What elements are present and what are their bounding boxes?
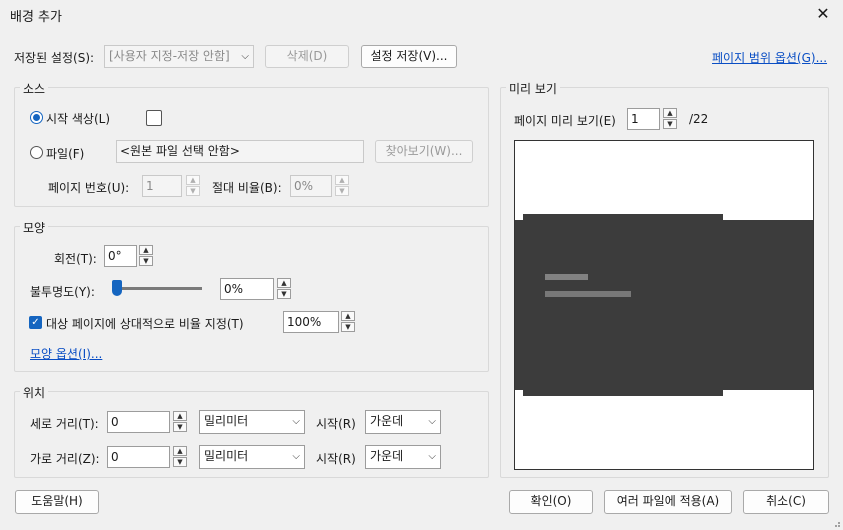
preview-group-title: 미리 보기 <box>506 80 560 97</box>
preview-page-total: /22 <box>689 112 709 126</box>
vertical-distance-spinner[interactable]: ▲ ▼ <box>173 411 187 433</box>
spin-up-icon[interactable]: ▲ <box>173 446 187 456</box>
color-swatch[interactable] <box>146 110 162 126</box>
preview-canvas <box>514 140 814 470</box>
preview-page-label: 페이지 미리 보기(E) <box>514 114 616 128</box>
opacity-slider-track[interactable] <box>116 287 202 290</box>
title-bar: 배경 추가 ✕ <box>0 0 843 30</box>
color-radio[interactable] <box>30 111 43 124</box>
spin-down-icon[interactable]: ▼ <box>277 289 291 299</box>
preview-shape-bottom-edge <box>523 386 723 396</box>
scale-spinner[interactable]: ▲ ▼ <box>341 311 355 333</box>
page-range-options-link[interactable]: 페이지 범위 옵션(G)... <box>712 49 827 66</box>
browse-button[interactable]: 찾아보기(W)... <box>375 140 473 163</box>
window-title: 배경 추가 <box>10 10 62 25</box>
absolute-scale-label: 절대 비율(B): <box>212 181 282 195</box>
spin-down-icon[interactable]: ▼ <box>335 186 349 196</box>
chevron-down-icon: ⌵ <box>292 451 300 462</box>
horizontal-distance-label: 가로 거리(Z): <box>30 452 100 466</box>
spin-up-icon[interactable]: ▲ <box>173 411 187 421</box>
horizontal-distance-spinner[interactable]: ▲ ▼ <box>173 446 187 468</box>
vertical-unit-dropdown[interactable]: 밀리미터 ⌵ <box>199 410 305 434</box>
close-icon[interactable]: ✕ <box>811 2 835 26</box>
vertical-distance-field[interactable]: 0 <box>107 411 170 433</box>
preview-page-field[interactable]: 1 <box>627 108 660 130</box>
opacity-spinner[interactable]: ▲ ▼ <box>277 278 291 300</box>
page-number-label: 페이지 번호(U): <box>48 181 130 195</box>
saved-settings-dropdown[interactable]: [사용자 지정-저장 안함] ⌵ <box>104 45 254 68</box>
file-radio[interactable] <box>30 146 43 159</box>
position-group-title: 위치 <box>20 384 49 401</box>
spin-down-icon[interactable]: ▼ <box>173 422 187 432</box>
chevron-down-icon: ⌵ <box>428 451 436 462</box>
file-radio-label: 파일(F) <box>46 147 85 161</box>
vertical-from-dropdown[interactable]: 가운데 ⌵ <box>365 410 441 434</box>
horizontal-from-value: 가운데 <box>370 449 404 463</box>
ok-button[interactable]: 확인(O) <box>509 490 593 514</box>
rotation-spinner[interactable]: ▲ ▼ <box>139 245 153 267</box>
resize-grip-icon[interactable] <box>831 518 841 528</box>
horizontal-distance-field[interactable]: 0 <box>107 446 170 468</box>
spin-down-icon[interactable]: ▼ <box>186 186 200 196</box>
spin-up-icon[interactable]: ▲ <box>139 245 153 255</box>
cancel-button[interactable]: 취소(C) <box>743 490 829 514</box>
rotation-field[interactable]: 0° <box>104 245 137 267</box>
help-button[interactable]: 도움말(H) <box>15 490 99 514</box>
chevron-down-icon: ⌵ <box>292 416 300 427</box>
vertical-from-value: 가운데 <box>370 414 404 428</box>
chevron-down-icon: ⌵ <box>428 416 436 427</box>
scale-checkbox[interactable]: ✓ <box>29 316 42 329</box>
preview-blurred-line-1 <box>545 274 588 280</box>
file-path-field[interactable]: <원본 파일 선택 안함> <box>116 140 364 163</box>
page-number-spinner[interactable]: ▲ ▼ <box>186 175 200 197</box>
saved-settings-value: [사용자 지정-저장 안함] <box>109 49 230 63</box>
delete-button[interactable]: 삭제(D) <box>265 45 349 68</box>
rotation-label: 회전(T): <box>54 252 97 266</box>
horizontal-from-dropdown[interactable]: 가운데 ⌵ <box>365 445 441 469</box>
appearance-options-link[interactable]: 모양 옵션(I)... <box>30 345 102 362</box>
scale-field[interactable]: 100% <box>283 311 339 333</box>
spin-down-icon[interactable]: ▼ <box>663 119 677 129</box>
spin-down-icon[interactable]: ▼ <box>341 322 355 332</box>
preview-dark-band <box>515 220 813 390</box>
source-group-title: 소스 <box>20 80 49 97</box>
horizontal-from-label: 시작(R) <box>316 452 356 466</box>
appearance-group-title: 모양 <box>20 219 49 236</box>
preview-page-spinner[interactable]: ▲ ▼ <box>663 108 677 130</box>
vertical-unit-value: 밀리미터 <box>204 414 249 428</box>
spin-up-icon[interactable]: ▲ <box>186 175 200 185</box>
horizontal-unit-value: 밀리미터 <box>204 449 249 463</box>
absolute-scale-field[interactable]: 0% <box>290 175 332 197</box>
opacity-field[interactable]: 0% <box>220 278 274 300</box>
opacity-slider-thumb[interactable] <box>112 280 122 296</box>
absolute-scale-spinner[interactable]: ▲ ▼ <box>335 175 349 197</box>
horizontal-unit-dropdown[interactable]: 밀리미터 ⌵ <box>199 445 305 469</box>
chevron-down-icon: ⌵ <box>241 51 249 62</box>
opacity-label: 불투명도(Y): <box>30 285 95 299</box>
spin-up-icon[interactable]: ▲ <box>335 175 349 185</box>
saved-settings-label: 저장된 설정(S): <box>14 51 95 65</box>
vertical-distance-label: 세로 거리(T): <box>30 417 99 431</box>
spin-down-icon[interactable]: ▼ <box>139 256 153 266</box>
page-number-field[interactable]: 1 <box>142 175 182 197</box>
scale-checkbox-label: 대상 페이지에 상대적으로 비율 지정(T) <box>46 317 244 331</box>
spin-up-icon[interactable]: ▲ <box>341 311 355 321</box>
spin-down-icon[interactable]: ▼ <box>173 457 187 467</box>
vertical-from-label: 시작(R) <box>316 417 356 431</box>
spin-up-icon[interactable]: ▲ <box>277 278 291 288</box>
preview-blurred-line-2 <box>545 291 631 297</box>
apply-multiple-button[interactable]: 여러 파일에 적용(A) <box>604 490 732 514</box>
save-settings-button[interactable]: 설정 저장(V)... <box>361 45 457 68</box>
spin-up-icon[interactable]: ▲ <box>663 108 677 118</box>
color-radio-label: 시작 색상(L) <box>46 112 111 126</box>
